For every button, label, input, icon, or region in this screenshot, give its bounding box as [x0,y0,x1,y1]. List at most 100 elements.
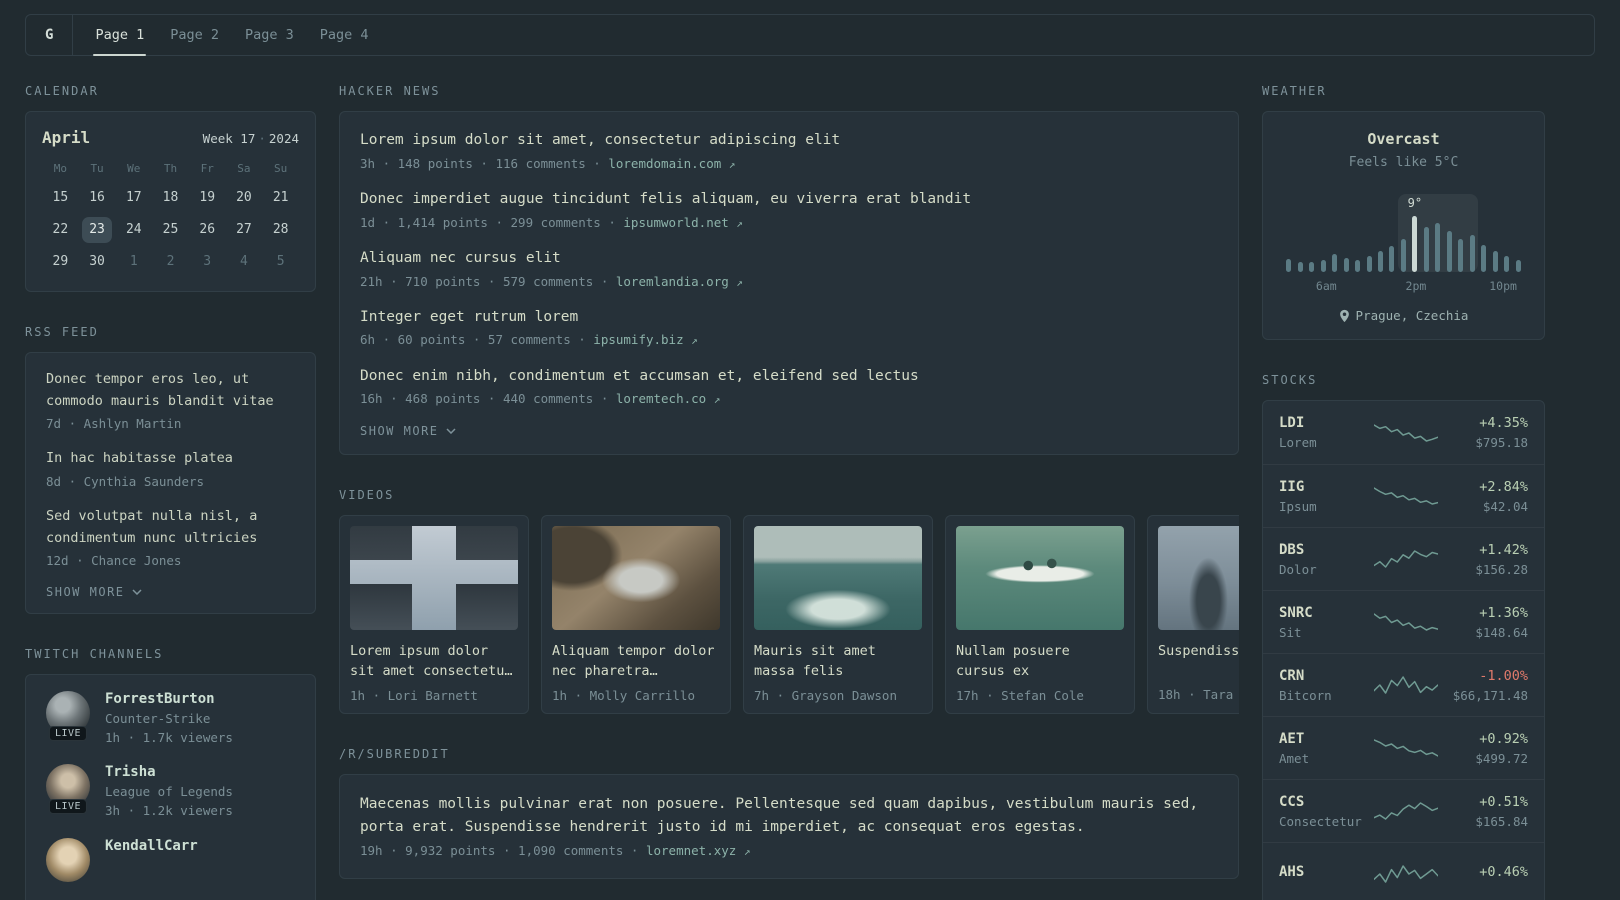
rss-show-more-button[interactable]: SHOW MORE [46,585,142,599]
app-logo[interactable]: G [26,15,74,55]
stock-row[interactable]: LDI Lorem +4.35% $795.18 [1263,401,1544,464]
hn-story: Lorem ipsum dolor sit amet, consectetur … [360,130,1218,173]
video-card: Nullam posuere cursus ex 17h · Stefan Co… [945,515,1135,714]
stock-row[interactable]: IIG Ipsum +2.84% $42.04 [1263,464,1544,527]
stock-row[interactable]: AHS +0.46% [1263,842,1544,900]
stock-change: +1.36% [1479,604,1528,621]
tab-page-4[interactable]: Page 4 [308,15,381,55]
hn-show-more-button[interactable]: SHOW MORE [360,424,456,438]
video-title[interactable]: Mauris sit amet massa felis [754,642,922,681]
twitch-channel-row[interactable]: LIVE ForrestBurton Counter-Strike 1h · 1… [46,691,295,747]
tab-page-3[interactable]: Page 3 [233,15,306,55]
twitch-card: LIVE ForrestBurton Counter-Strike 1h · 1… [25,674,316,900]
video-title[interactable]: Suspendisse diam [1158,642,1239,681]
twitch-channel-name[interactable]: Trisha [105,764,233,780]
video-thumbnail[interactable] [1158,526,1239,631]
subreddit-post-domain[interactable]: loremnet.xyz ↗ [646,843,750,858]
hn-story-domain[interactable]: ipsumify.biz ↗ [593,332,697,347]
hn-story-domain[interactable]: loremdomain.com ↗ [608,156,735,171]
video-thumbnail[interactable] [754,526,922,631]
twitch-channel-meta: 1h · 1.7k viewers [105,730,233,746]
weather-bar [1363,194,1374,272]
stock-sparkline [1373,676,1438,694]
left-column: CALENDAR April Week 17 · 2024 Mo Tu We Th Fr Sa… [25,84,316,900]
stock-change: +1.42% [1479,541,1528,558]
calendar-day: 1 [129,254,138,269]
subreddit-post-title[interactable]: Maecenas mollis pulvinar erat non posuer… [360,793,1218,839]
hn-story-title[interactable]: Aliquam nec cursus elit [360,248,1218,270]
weather-condition: Overcast [1367,130,1440,148]
hn-story-title[interactable]: Donec imperdiet augue tincidunt felis al… [360,189,1218,211]
hn-story: Donec enim nibh, condimentum et accumsan… [360,366,1218,409]
hackernews-card: Lorem ipsum dolor sit amet, consectetur … [339,111,1239,456]
stock-price: $66,171.48 [1452,687,1528,703]
stock-row[interactable]: SNRC Sit +1.36% $148.64 [1263,590,1544,653]
stock-sparkline [1373,423,1438,442]
weather-card: Overcast Feels like 5°C 9° 6am 2pm 10pm … [1262,111,1545,340]
weather-location[interactable]: Prague, Czechia [1279,308,1528,323]
calendar-day: 24 [125,222,142,237]
calendar-widget: CALENDAR April Week 17 · 2024 Mo Tu We Th Fr Sa… [25,84,316,292]
hn-story-title[interactable]: Lorem ipsum dolor sit amet, consectetur … [360,130,1218,152]
rss-card: Donec tempor eros leo, ut commodo mauris… [25,352,316,615]
video-meta: 18h · Tara [1158,687,1234,703]
stock-row[interactable]: DBS Dolor +1.42% $156.28 [1263,527,1544,590]
videos-widget-title: VIDEOS [339,488,395,503]
video-card: Mauris sit amet massa felis 7h · Grayson… [743,515,933,714]
stock-change: +2.84% [1479,478,1528,495]
calendar-month: April [42,128,91,147]
tab-page-1[interactable]: Page 1 [83,15,156,56]
video-title[interactable]: Aliquam tempor dolor nec pharetra… [552,642,720,681]
calendar-day: 23 [81,217,113,243]
calendar-weekday-row: Mo Tu We Th Fr Sa Su [53,162,288,175]
hn-story: Donec imperdiet augue tincidunt felis al… [360,189,1218,232]
hn-story-meta: 21h · 710 points · 579 comments · loreml… [360,273,743,289]
hn-story-title[interactable]: Donec enim nibh, condimentum et accumsan… [360,366,1218,388]
calendar-day: 27 [236,222,252,237]
weather-feels-like: Feels like 5°C [1348,155,1459,170]
middle-column: HACKER NEWS Lorem ipsum dolor sit amet, … [339,84,1239,900]
stock-ticker: AHS [1279,864,1305,880]
rss-item-title[interactable]: Sed volutpat nulla nisl, a condimentum n… [46,506,295,549]
video-thumbnail[interactable] [552,526,720,631]
weather-bar [1340,194,1351,272]
live-badge: LIVE [48,726,88,742]
calendar-day: 16 [89,190,105,205]
stock-row[interactable]: CRN Bitcorn -1.00% $66,171.48 [1263,653,1544,716]
rss-item-title[interactable]: Donec tempor eros leo, ut commodo mauris… [46,369,295,412]
twitch-channel-name[interactable]: ForrestBurton [105,691,233,707]
rss-widget-title: RSS FEED [25,325,99,339]
video-title[interactable]: Nullam posuere cursus ex [956,642,1124,681]
video-thumbnail[interactable] [956,526,1124,631]
hn-story-domain[interactable]: loremlandia.org ↗ [616,274,743,289]
stock-ticker: AET [1279,730,1305,747]
weather-time-label: 6am [1315,279,1337,293]
calendar-day: 29 [52,254,69,269]
tab-page-2[interactable]: Page 2 [158,15,231,55]
hn-story-title[interactable]: Integer eget rutrum lorem [360,307,1218,329]
rss-item-meta: 7d · Ashlyn Martin [46,416,182,432]
rss-item-title[interactable]: In hac habitasse platea [46,448,295,470]
stock-ticker: CRN [1279,667,1305,684]
weather-bar [1283,194,1294,272]
hn-story-domain[interactable]: loremtech.co ↗ [616,391,720,406]
calendar-day: 20 [236,190,252,205]
video-thumbnail[interactable] [350,526,518,631]
twitch-channel-game: Counter-Strike [105,711,211,727]
twitch-channel-row[interactable]: KendallCarr [46,837,295,882]
hn-story-domain[interactable]: ipsumworld.net ↗ [623,215,743,230]
weather-bar [1501,194,1512,272]
stock-ticker: CCS [1279,793,1305,810]
video-card: Lorem ipsum dolor sit amet consectetu… 1… [339,515,529,714]
twitch-channel-name[interactable]: KendallCarr [105,838,198,854]
stock-ticker: LDI [1279,415,1305,431]
calendar-day: 25 [162,222,179,237]
stock-sparkline [1373,613,1438,631]
twitch-channel-row[interactable]: LIVE Trisha League of Legends 3h · 1.2k … [46,764,295,820]
weather-bar [1455,194,1467,272]
right-column: WEATHER Overcast Feels like 5°C 9° 6am 2… [1262,84,1545,900]
hn-story: Integer eget rutrum lorem 6h · 60 points… [360,307,1218,350]
stock-row[interactable]: AET Amet +0.92% $499.72 [1263,716,1544,779]
stock-row[interactable]: CCS Consectetur +0.51% $165.84 [1263,779,1544,842]
video-title[interactable]: Lorem ipsum dolor sit amet consectetu… [350,642,518,681]
